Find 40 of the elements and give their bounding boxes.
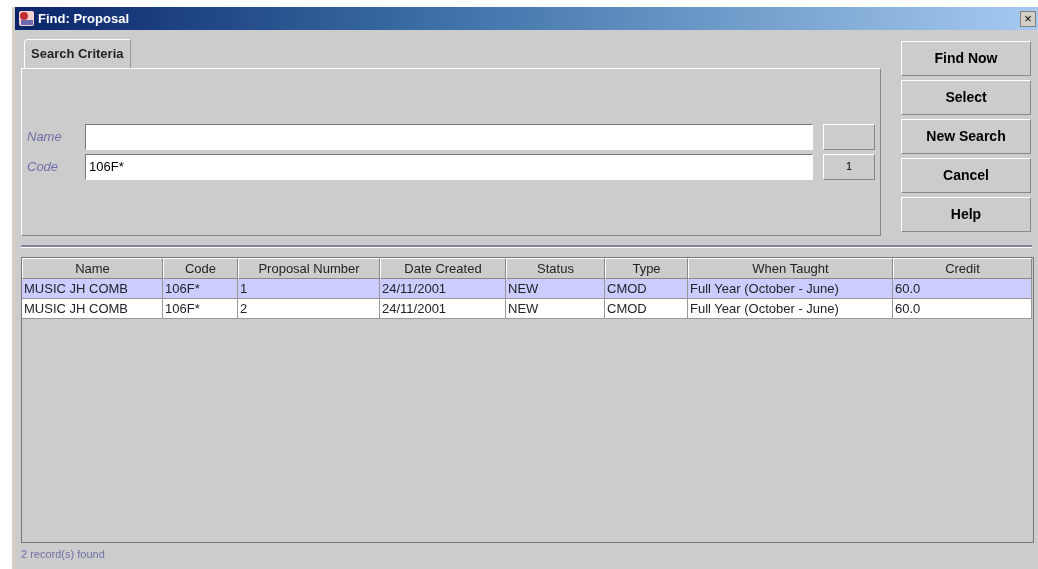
- table-cell[interactable]: 60.0: [893, 298, 1032, 319]
- input-field[interactable]: 106F*: [85, 153, 813, 180]
- status-text: 2 record(s) found: [20, 546, 106, 561]
- table-cell[interactable]: CMOD: [605, 278, 688, 299]
- column-header[interactable]: Name: [22, 257, 163, 279]
- column-header[interactable]: When Taught: [688, 257, 893, 279]
- action-button[interactable]: Find Now: [901, 41, 1031, 76]
- action-button[interactable]: Help: [901, 197, 1031, 232]
- window-title: Find: Proposal: [38, 9, 129, 28]
- table-cell[interactable]: NEW: [506, 298, 605, 319]
- table-cell[interactable]: 1: [238, 278, 380, 299]
- table-cell[interactable]: CMOD: [605, 298, 688, 319]
- action-button[interactable]: Cancel: [901, 158, 1031, 193]
- field-label: Code: [27, 157, 60, 176]
- column-header[interactable]: Proposal Number: [238, 257, 380, 279]
- table-cell[interactable]: MUSIC JH COMB: [22, 278, 163, 299]
- column-header[interactable]: Status: [506, 257, 605, 279]
- column-header[interactable]: Type: [605, 257, 688, 279]
- tab[interactable]: Search Criteria: [24, 39, 131, 68]
- close-button[interactable]: ×: [1020, 10, 1036, 27]
- column-header[interactable]: Credit: [893, 257, 1032, 279]
- lookup-button[interactable]: [823, 123, 875, 150]
- table-cell[interactable]: 24/11/2001: [380, 278, 506, 299]
- table-cell[interactable]: 106F*: [163, 278, 238, 299]
- table-cell[interactable]: 60.0: [893, 278, 1032, 299]
- table-cell[interactable]: Full Year (October - June): [688, 298, 893, 319]
- action-button[interactable]: New Search: [901, 119, 1031, 154]
- table-cell[interactable]: NEW: [506, 278, 605, 299]
- table-cell[interactable]: 24/11/2001: [380, 298, 506, 319]
- column-header[interactable]: Code: [163, 257, 238, 279]
- app-icon: [18, 10, 35, 27]
- input-field[interactable]: [85, 123, 813, 150]
- table-cell[interactable]: MUSIC JH COMB: [22, 298, 163, 319]
- lookup-button[interactable]: 1: [823, 153, 875, 180]
- action-button[interactable]: Select: [901, 80, 1031, 115]
- table-cell[interactable]: 106F*: [163, 298, 238, 319]
- table-cell[interactable]: 2: [238, 298, 380, 319]
- table-cell[interactable]: Full Year (October - June): [688, 278, 893, 299]
- field-label: Name: [27, 127, 63, 146]
- column-header[interactable]: Date Created: [380, 257, 506, 279]
